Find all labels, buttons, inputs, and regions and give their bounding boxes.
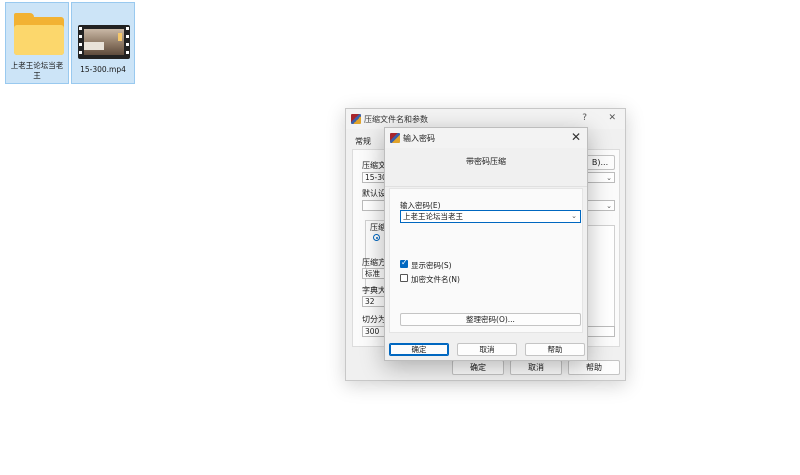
winrar-app-icon	[390, 133, 400, 143]
ok-button[interactable]: 确定	[389, 343, 449, 356]
browse-button[interactable]: B)...	[585, 155, 615, 170]
parent-close-button[interactable]: ✕	[608, 113, 616, 123]
password-dialog-title: 输入密码	[403, 134, 435, 143]
desktop-folder-icon[interactable]: 上老王论坛当老王	[5, 2, 69, 84]
dictionary-size-label: 字典大	[362, 286, 386, 295]
parent-help-button[interactable]: 帮助	[568, 360, 620, 375]
split-unit-field[interactable]	[585, 326, 615, 337]
show-password-label[interactable]: 显示密码(S)	[411, 260, 452, 271]
password-header: 带密码压缩	[385, 148, 587, 187]
password-dialog: 输入密码 ✕ 带密码压缩 输入密码(E) 上老王论坛当老王 ⌄ 显示密码(S) …	[384, 127, 588, 361]
password-input[interactable]: 上老王论坛当老王 ⌄	[400, 210, 581, 223]
compression-method-label: 压缩方	[362, 258, 386, 267]
parent-cancel-button[interactable]: 取消	[510, 360, 562, 375]
desktop-video-label: 15-300.mp4	[80, 65, 126, 74]
video-file-icon	[78, 25, 130, 59]
help-title-button[interactable]: ?	[582, 113, 587, 123]
parent-ok-button[interactable]: 确定	[452, 360, 504, 375]
desktop-video-file[interactable]: 15-300.mp4	[71, 2, 135, 84]
split-volume-label: 切分为	[362, 315, 386, 324]
show-password-checkbox[interactable]	[400, 258, 408, 268]
password-body: 输入密码(E) 上老王论坛当老王 ⌄ 显示密码(S) 加密文件名(N) 整理密码…	[389, 188, 583, 333]
winrar-app-icon	[351, 114, 361, 124]
default-profile-label: 默认设	[362, 189, 386, 198]
profile-dropdown[interactable]: ⌄	[585, 200, 615, 211]
archive-name-dropdown[interactable]: ⌄	[585, 172, 615, 183]
format-radio[interactable]	[373, 234, 380, 241]
parent-dialog-title: 压缩文件名和参数	[364, 115, 428, 124]
close-icon[interactable]: ✕	[571, 130, 581, 144]
password-value: 上老王论坛当老王	[403, 212, 463, 221]
parent-titlebar: 压缩文件名和参数 ? ✕	[346, 109, 625, 129]
encrypt-filenames-label[interactable]: 加密文件名(N)	[411, 274, 460, 285]
tab-general[interactable]: 常规	[355, 136, 371, 147]
password-titlebar: 输入密码 ✕	[385, 128, 587, 148]
options-area	[585, 225, 615, 335]
desktop-folder-label: 上老王论坛当老王	[10, 61, 64, 80]
help-button[interactable]: 帮助	[525, 343, 585, 356]
folder-icon	[14, 13, 64, 55]
archive-name-label: 压缩文	[362, 161, 386, 170]
cancel-button[interactable]: 取消	[457, 343, 517, 356]
password-header-title: 带密码压缩	[466, 157, 506, 166]
organize-passwords-button[interactable]: 整理密码(O)...	[400, 313, 581, 326]
encrypt-filenames-checkbox[interactable]	[400, 274, 408, 282]
chevron-down-icon[interactable]: ⌄	[571, 211, 577, 222]
